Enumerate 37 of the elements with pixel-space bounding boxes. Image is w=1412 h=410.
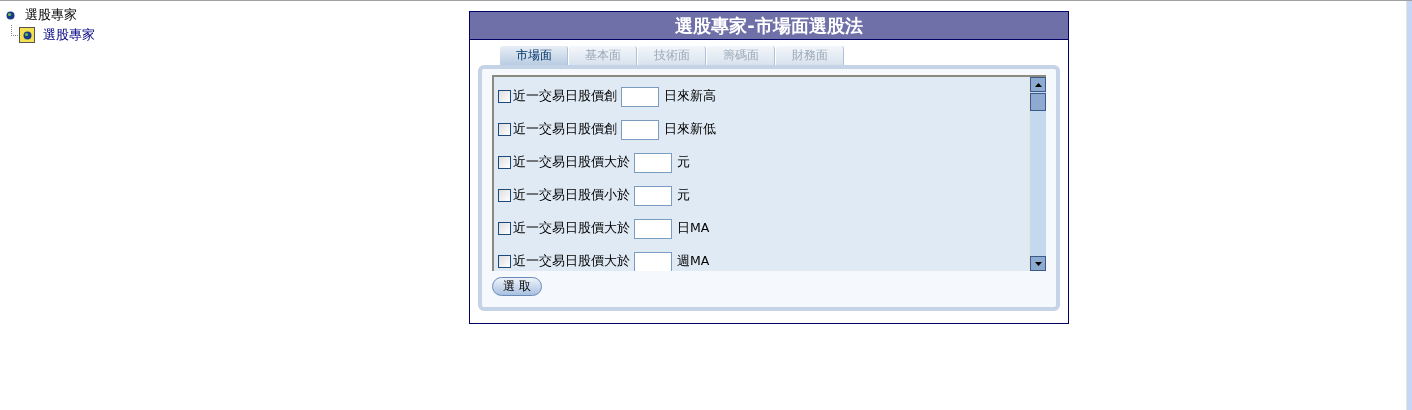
- scroll-thumb[interactable]: [1030, 93, 1046, 111]
- unit-label: 日來新低: [664, 121, 716, 138]
- unit-label: 元: [677, 154, 690, 171]
- scroll-up-button[interactable]: [1030, 77, 1046, 92]
- panel-title: 選股專家-市場面選股法: [470, 12, 1068, 40]
- criterion-label: 近一交易日股價小於: [513, 187, 630, 204]
- checkbox[interactable]: [498, 189, 511, 202]
- scroll-down-button[interactable]: [1030, 256, 1046, 271]
- input-field[interactable]: [634, 251, 672, 271]
- criterion-label: 近一交易日股價大於: [513, 253, 630, 270]
- criterion-label: 近一交易日股價大於: [513, 154, 630, 171]
- input-field[interactable]: [634, 152, 672, 173]
- input-field[interactable]: [634, 218, 672, 239]
- input-field[interactable]: [621, 119, 659, 140]
- tree-root-label[interactable]: 選股專家: [25, 6, 77, 24]
- checkbox[interactable]: [498, 90, 511, 103]
- globe-icon: [6, 10, 15, 20]
- input-field[interactable]: [621, 86, 659, 107]
- unit-label: 日來新高: [664, 88, 716, 105]
- checkbox[interactable]: [498, 222, 511, 235]
- criterion-label: 近一交易日股價創: [513, 88, 617, 105]
- scrollbar[interactable]: [1029, 77, 1046, 271]
- down-arrow-icon: [1034, 261, 1042, 266]
- up-arrow-icon: [1034, 82, 1042, 87]
- checkbox[interactable]: [498, 255, 511, 268]
- unit-label: 週MA: [677, 253, 710, 270]
- select-button[interactable]: 選 取: [492, 277, 542, 296]
- tree-item[interactable]: 選股專家: [43, 26, 95, 44]
- tab[interactable]: 市場面: [500, 46, 568, 65]
- checkbox[interactable]: [498, 123, 511, 136]
- criterion-label: 近一交易日股價大於: [513, 220, 630, 237]
- page-scrollbar[interactable]: [1406, 1, 1412, 410]
- criterion-label: 近一交易日股價創: [513, 121, 617, 138]
- unit-label: 日MA: [677, 220, 710, 237]
- checkbox[interactable]: [498, 156, 511, 169]
- input-field[interactable]: [634, 185, 672, 206]
- unit-label: 元: [677, 187, 690, 204]
